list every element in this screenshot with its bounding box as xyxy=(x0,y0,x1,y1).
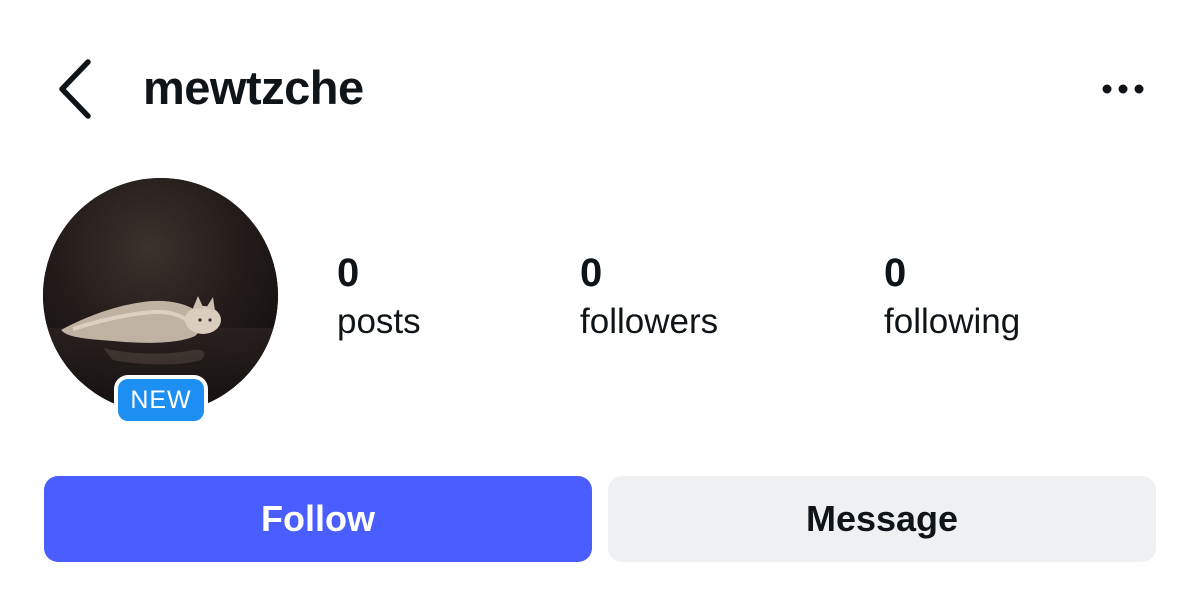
stat-following-label: following xyxy=(884,302,1021,341)
follow-button[interactable]: Follow xyxy=(44,476,592,562)
stat-posts-label: posts xyxy=(337,302,421,341)
back-button[interactable] xyxy=(52,56,100,122)
profile-username: mewtzche xyxy=(143,61,364,114)
message-button[interactable]: Message xyxy=(608,476,1156,562)
new-badge-label: NEW xyxy=(118,379,204,421)
stat-posts[interactable]: 0 posts xyxy=(337,250,421,344)
more-options-button[interactable] xyxy=(1096,72,1152,108)
new-badge: NEW xyxy=(114,375,208,425)
profile-header: mewtzche xyxy=(0,0,1200,180)
stat-followers-label: followers xyxy=(580,302,719,341)
ellipsis-icon xyxy=(1102,84,1144,94)
stat-following[interactable]: 0 following xyxy=(884,250,1020,344)
avatar-container[interactable]: NEW xyxy=(43,178,279,428)
stat-followers[interactable]: 0 followers xyxy=(580,250,718,344)
stat-posts-count: 0 xyxy=(337,251,360,295)
stat-following-count: 0 xyxy=(884,251,907,295)
stat-followers-count: 0 xyxy=(580,251,603,295)
chevron-left-icon xyxy=(59,59,91,119)
